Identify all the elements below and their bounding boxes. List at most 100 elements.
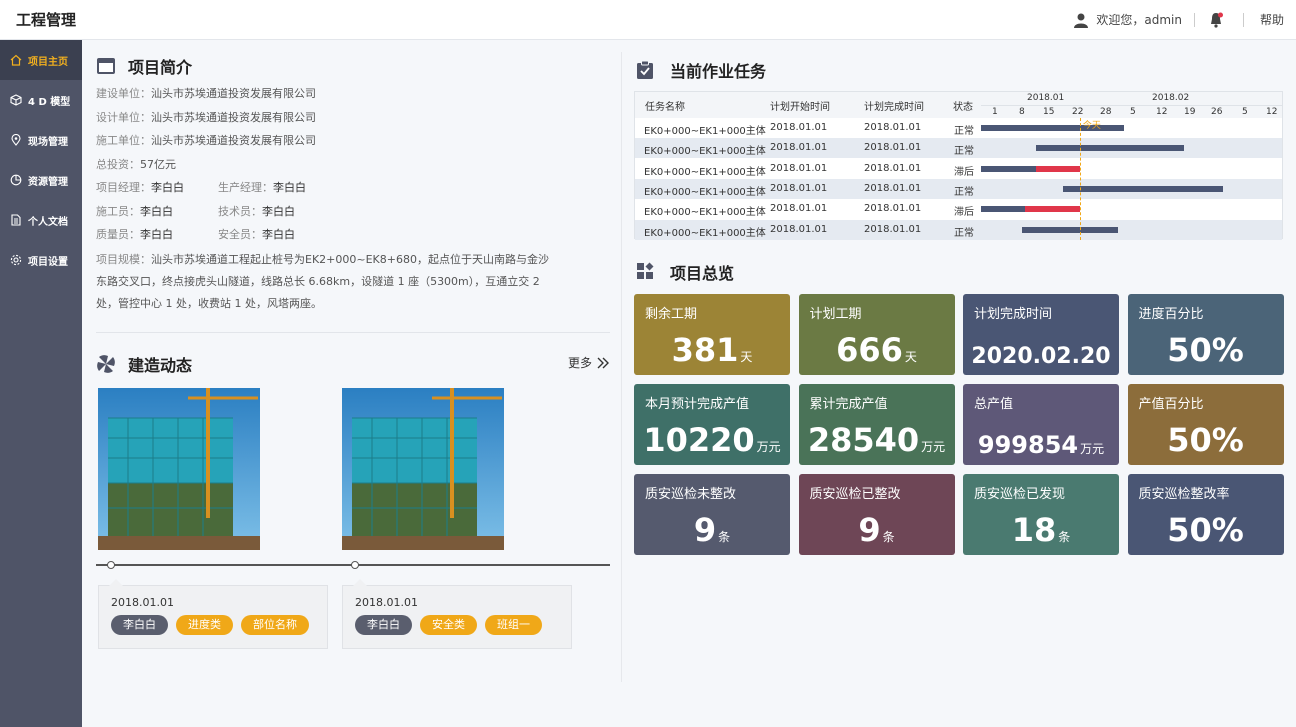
help-link[interactable]: 帮助 bbox=[1260, 11, 1284, 28]
task-start: 2018.01.01 bbox=[770, 162, 828, 174]
news-photo[interactable] bbox=[342, 388, 504, 550]
gantt-bar-delayed[interactable] bbox=[1024, 206, 1080, 213]
person-tag[interactable]: 李白白 bbox=[355, 615, 412, 635]
sidebar-item-site[interactable]: 现场管理 bbox=[0, 120, 82, 160]
staff-row: 施工员：李白白 技术员：李白白 bbox=[96, 204, 295, 218]
task-name: EK0+000~EK1+000主体 bbox=[644, 166, 766, 178]
news-photo[interactable] bbox=[98, 388, 260, 550]
card-value: 28540 万元 bbox=[799, 421, 955, 459]
card-number: 2020.02.20 bbox=[971, 344, 1111, 369]
news-date: 2018.01.01 bbox=[111, 596, 174, 609]
task-start: 2018.01.01 bbox=[770, 122, 828, 133]
column-header: 计划完成时间 bbox=[864, 102, 924, 113]
category-tag[interactable]: 安全类 bbox=[420, 615, 477, 635]
gantt-bar-delayed[interactable] bbox=[1035, 165, 1080, 172]
dashboard-icon bbox=[636, 262, 656, 282]
sidebar-item-settings[interactable]: 项目设置 bbox=[0, 240, 82, 280]
gantt-row[interactable]: EK0+000~EK1+000主体 2018.01.01 2018.01.01 正常 bbox=[635, 118, 1282, 138]
overview-card[interactable]: 计划完成时间 2020.02.20 bbox=[963, 294, 1119, 375]
gantt-row[interactable]: EK0+000~EK1+000主体 2018.01.01 2018.01.01 滞后 bbox=[635, 199, 1282, 219]
task-end: 2018.01.01 bbox=[864, 142, 922, 154]
staff-row: 项目经理：李白白 生产经理：李白白 bbox=[96, 181, 306, 194]
gantt-bar[interactable] bbox=[1063, 185, 1223, 192]
day-label: 26 bbox=[1211, 107, 1223, 117]
card-number: 50% bbox=[1167, 511, 1244, 549]
overview-card[interactable]: 计划工期 666 天 bbox=[798, 294, 955, 375]
gantt-bar[interactable] bbox=[1035, 145, 1185, 152]
category-tag[interactable]: 进度类 bbox=[176, 615, 233, 635]
card-number: 999854 bbox=[977, 431, 1079, 459]
overview-card[interactable]: 质安巡检整改率 50% bbox=[1127, 474, 1284, 555]
project-scale: 项目规模：汕头市苏埃通道工程起止桩号为EK2+000~EK8+680，起点位于天… bbox=[96, 252, 549, 310]
task-start: 2018.01.01 bbox=[770, 223, 828, 235]
news-card[interactable]: 2018.01.01 李白白 进度类 部位名称 bbox=[98, 579, 328, 649]
card-label: 质安巡检已发现 bbox=[974, 487, 1066, 502]
card-value: 50% bbox=[1128, 421, 1284, 459]
timeline-dot bbox=[107, 561, 115, 569]
today-marker bbox=[1079, 118, 1081, 240]
task-end: 2018.01.01 bbox=[864, 223, 922, 235]
card-number: 9 bbox=[693, 511, 717, 549]
card-number: 50% bbox=[1167, 421, 1244, 459]
sidebar-item-documents[interactable]: 个人文档 bbox=[0, 200, 82, 240]
gantt-header: 任务名称 计划开始时间 计划完成时间 状态 2018.01 2018.02 1 … bbox=[635, 92, 1283, 118]
day-label: 22 bbox=[1072, 107, 1084, 117]
task-name: EK0+000~EK1+000主体 bbox=[644, 126, 766, 137]
overview-card[interactable]: 产值百分比 50% bbox=[1127, 384, 1284, 465]
timeline-dot bbox=[351, 561, 359, 569]
task-name: EK0+000~EK1+000主体 bbox=[644, 186, 766, 198]
section-divider bbox=[96, 332, 610, 333]
task-start: 2018.01.01 bbox=[770, 142, 828, 154]
card-unit: 万元 bbox=[921, 440, 946, 454]
gantt-row[interactable]: EK0+000~EK1+000主体 2018.01.01 2018.01.01 正常 bbox=[635, 138, 1282, 159]
sidebar-item-resources[interactable]: 资源管理 bbox=[0, 160, 82, 200]
gantt-row[interactable]: EK0+000~EK1+000主体 2018.01.01 2018.01.01 滞后 bbox=[635, 159, 1282, 179]
column-header: 计划开始时间 bbox=[770, 102, 830, 113]
gantt-bar[interactable] bbox=[1022, 226, 1119, 233]
task-status: 正常 bbox=[954, 186, 974, 198]
day-label: 1 bbox=[992, 107, 998, 117]
day-label: 12 bbox=[1266, 107, 1278, 117]
card-label: 计划完成时间 bbox=[974, 307, 1053, 322]
news-card[interactable]: 2018.01.01 李白白 安全类 班组一 bbox=[342, 579, 572, 649]
sidebar-item-home[interactable]: 项目主页 bbox=[0, 40, 82, 80]
section-title: 当前作业任务 bbox=[670, 62, 767, 81]
gantt-row[interactable]: EK0+000~EK1+000主体 2018.01.01 2018.01.01 正常 bbox=[635, 219, 1282, 240]
overview-card[interactable]: 总产值 999854 万元 bbox=[963, 384, 1119, 465]
card-number: 18 bbox=[1011, 511, 1057, 549]
task-status: 正常 bbox=[954, 227, 974, 239]
staff-row: 质量员：李白白 安全员：李白白 bbox=[96, 228, 295, 241]
card-unit: 万元 bbox=[1080, 442, 1105, 456]
overview-card[interactable]: 质安巡检未整改 9 条 bbox=[634, 474, 790, 555]
overview-card[interactable]: 本月预计完成产值 10220 万元 bbox=[634, 384, 790, 465]
header-divider bbox=[1242, 12, 1244, 27]
card-value: 666 天 bbox=[799, 331, 955, 369]
day-label: 5 bbox=[1130, 107, 1136, 117]
user-icon[interactable] bbox=[1072, 11, 1090, 29]
overview-card[interactable]: 质安巡检已整改 9 条 bbox=[798, 474, 955, 555]
section-header: 项目总览 bbox=[634, 260, 1284, 284]
bell-icon[interactable] bbox=[1207, 11, 1225, 29]
card-label: 质安巡检已整改 bbox=[809, 487, 901, 502]
location-icon bbox=[11, 134, 21, 146]
clipboard-icon bbox=[636, 60, 656, 80]
person-tag[interactable]: 李白白 bbox=[111, 615, 168, 635]
category-tag[interactable]: 班组一 bbox=[485, 615, 542, 635]
column-divider bbox=[621, 52, 622, 682]
overview-card[interactable]: 质安巡检已发现 18 条 bbox=[963, 474, 1119, 555]
day-label: 15 bbox=[1043, 107, 1055, 117]
card-number: 9 bbox=[858, 511, 881, 549]
overview-card[interactable]: 进度百分比 50% bbox=[1127, 294, 1284, 375]
document-icon bbox=[11, 214, 21, 226]
gantt-row[interactable]: EK0+000~EK1+000主体 2018.01.01 2018.01.01 正常 bbox=[635, 178, 1282, 199]
overview-card[interactable]: 累计完成产值 28540 万元 bbox=[798, 384, 955, 465]
sidebar-item-label: 项目主页 bbox=[28, 56, 68, 68]
gantt-bar[interactable] bbox=[981, 125, 1124, 131]
project-overview: 项目总览 剩余工期 381 天计划工期 666 天 计划完成时间 2020.02.20 进度百… bbox=[634, 260, 1284, 555]
category-tag[interactable]: 部位名称 bbox=[241, 615, 309, 635]
overview-card[interactable]: 剩余工期 381 天 bbox=[634, 294, 790, 375]
more-link[interactable]: 更多 bbox=[568, 354, 610, 371]
card-unit: 天 bbox=[904, 350, 917, 364]
sidebar-item-label: 个人文档 bbox=[28, 216, 68, 228]
sidebar-item-4d-model[interactable]: 4 D 模型 bbox=[0, 80, 82, 120]
